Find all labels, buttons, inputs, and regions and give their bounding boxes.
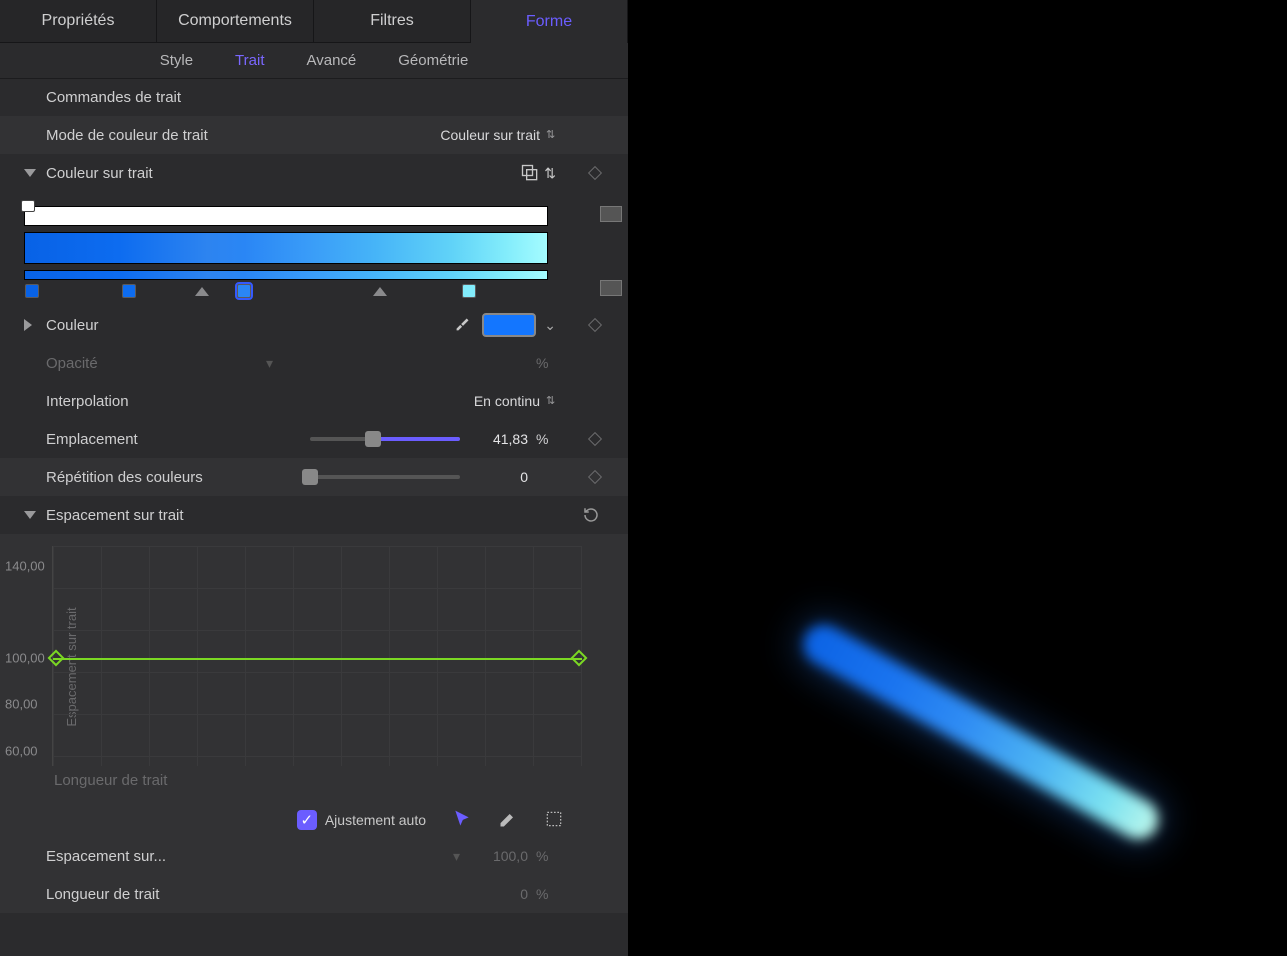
label-color-on-stroke: Couleur sur trait	[46, 165, 266, 182]
eyedropper-icon[interactable]	[452, 313, 474, 338]
ytick: 100,00	[5, 651, 45, 666]
select-interpolation-value: En continu	[474, 393, 540, 409]
unit-spacer	[536, 469, 556, 485]
graph-keyframe[interactable]	[47, 650, 64, 667]
top-tabs: Propriétés Comportements Filtres Forme	[0, 0, 628, 43]
tab-forme[interactable]: Forme	[471, 0, 628, 43]
label-emplacement: Emplacement	[46, 431, 266, 448]
value-emplacement[interactable]: 41,83	[468, 431, 528, 447]
pointer-tool-icon[interactable]	[452, 809, 472, 832]
slider-emplacement[interactable]	[310, 437, 460, 441]
label-spacing: Espacement sur trait	[46, 507, 266, 524]
tab-comportements[interactable]: Comportements	[157, 0, 314, 43]
subtab-avance[interactable]: Avancé	[307, 52, 357, 69]
color-swatch[interactable]	[482, 313, 536, 337]
checkbox-autofit[interactable]: ✓	[297, 810, 317, 830]
graph-keyframe[interactable]	[571, 650, 588, 667]
gradient-opacity-bar[interactable]	[24, 206, 548, 226]
value-espacement-sur[interactable]: 100,0	[468, 848, 528, 864]
slider-thumb[interactable]	[302, 469, 318, 485]
unit-percent: %	[536, 355, 556, 371]
gradient-color-bar[interactable]	[24, 232, 548, 264]
pencil-tool-icon[interactable]	[498, 809, 518, 832]
label-repetition: Répétition des couleurs	[46, 469, 266, 486]
box-tool-icon[interactable]	[544, 809, 564, 832]
gradient-preview-bar	[24, 270, 548, 280]
chevron-updown-icon: ⇅	[546, 130, 556, 141]
row-couleur: Couleur ⌄	[0, 306, 628, 344]
tab-filtres[interactable]: Filtres	[314, 0, 471, 43]
label-opacite: Opacité	[46, 355, 266, 372]
slider-thumb[interactable]	[365, 431, 381, 447]
subtab-geometrie[interactable]: Géométrie	[398, 52, 468, 69]
ytick: 80,00	[5, 697, 38, 712]
select-interpolation[interactable]: En continu ⇅	[474, 393, 556, 409]
reset-icon[interactable]	[582, 506, 600, 527]
gradient-stop-selected[interactable]	[237, 284, 251, 298]
value-longueur-trait[interactable]: 0	[468, 886, 528, 902]
label-longueur-trait: Longueur de trait	[46, 886, 266, 903]
gradient-editor	[0, 192, 628, 306]
row-spacing-header: Espacement sur trait	[0, 496, 628, 534]
distribute-opacity-button[interactable]	[600, 206, 622, 222]
gradient-stop[interactable]	[122, 284, 136, 298]
distribute-color-button[interactable]	[600, 280, 622, 296]
label-autofit: Ajustement auto	[325, 812, 426, 828]
row-opacite: Opacité ▾ %	[0, 344, 628, 382]
gradient-stop[interactable]	[25, 284, 39, 298]
row-repetition: Répétition des couleurs 0	[0, 458, 628, 496]
section-commands-title: Commandes de trait	[0, 79, 628, 116]
graph-x-label: Longueur de trait	[52, 766, 608, 789]
canvas-viewport[interactable]	[628, 0, 1287, 956]
graph-line	[53, 658, 582, 660]
subtab-style[interactable]: Style	[160, 52, 193, 69]
unit-percent: %	[536, 848, 556, 864]
canvas-stroke-preview	[796, 618, 1165, 847]
row-emplacement: Emplacement 41,83 %	[0, 420, 628, 458]
select-color-mode-value: Couleur sur trait	[440, 127, 540, 143]
row-interpolation: Interpolation En continu ⇅	[0, 382, 628, 420]
chevron-updown-icon: ⇅	[546, 396, 556, 407]
row-longueur-trait: Longueur de trait 0 %	[0, 875, 628, 913]
disclosure-couleur[interactable]	[24, 319, 32, 331]
ytick: 60,00	[5, 743, 38, 758]
chevron-down-icon[interactable]: ⌄	[544, 317, 556, 334]
gradient-stop[interactable]	[462, 284, 476, 298]
gradient-midpoint[interactable]	[373, 287, 387, 296]
row-color-mode: Mode de couleur de trait Couleur sur tra…	[0, 116, 628, 154]
gradient-preset-icon[interactable]: ⇅	[520, 163, 556, 183]
row-espacement-sur: Espacement sur... ▾ 100,0 %	[0, 837, 628, 875]
row-graph-tools: ✓ Ajustement auto	[0, 799, 628, 837]
unit-percent: %	[536, 886, 556, 902]
chevron-updown-icon: ⇅	[544, 165, 556, 182]
gradient-stops	[24, 282, 548, 302]
value-repetition[interactable]: 0	[468, 469, 528, 485]
spacing-graph[interactable]: 140,00 100,00 80,00 60,00	[52, 546, 582, 766]
row-color-on-stroke: Couleur sur trait ⇅	[0, 154, 628, 192]
gradient-midpoint[interactable]	[195, 287, 209, 296]
disclosure-color-on-stroke[interactable]	[24, 169, 36, 177]
spacing-graph-area: Espacement sur trait 140,00 100,00 80,00…	[0, 534, 628, 799]
inspector-panel: Propriétés Comportements Filtres Forme S…	[0, 0, 628, 956]
ytick: 140,00	[5, 558, 45, 573]
sub-tabs: Style Trait Avancé Géométrie	[0, 43, 628, 79]
unit-percent: %	[536, 431, 556, 447]
subtab-trait[interactable]: Trait	[235, 52, 264, 69]
opacity-stop-handle[interactable]	[21, 200, 35, 212]
slider-repetition[interactable]	[310, 475, 460, 479]
label-couleur: Couleur	[46, 317, 266, 334]
inspector-scroll[interactable]: Commandes de trait Mode de couleur de tr…	[0, 79, 628, 956]
label-color-mode: Mode de couleur de trait	[46, 127, 266, 144]
label-interpolation: Interpolation	[46, 393, 266, 410]
disclosure-spacing[interactable]	[24, 511, 36, 519]
tab-proprietes[interactable]: Propriétés	[0, 0, 157, 43]
label-espacement-sur: Espacement sur...	[46, 848, 266, 865]
select-color-mode[interactable]: Couleur sur trait ⇅	[440, 127, 556, 143]
